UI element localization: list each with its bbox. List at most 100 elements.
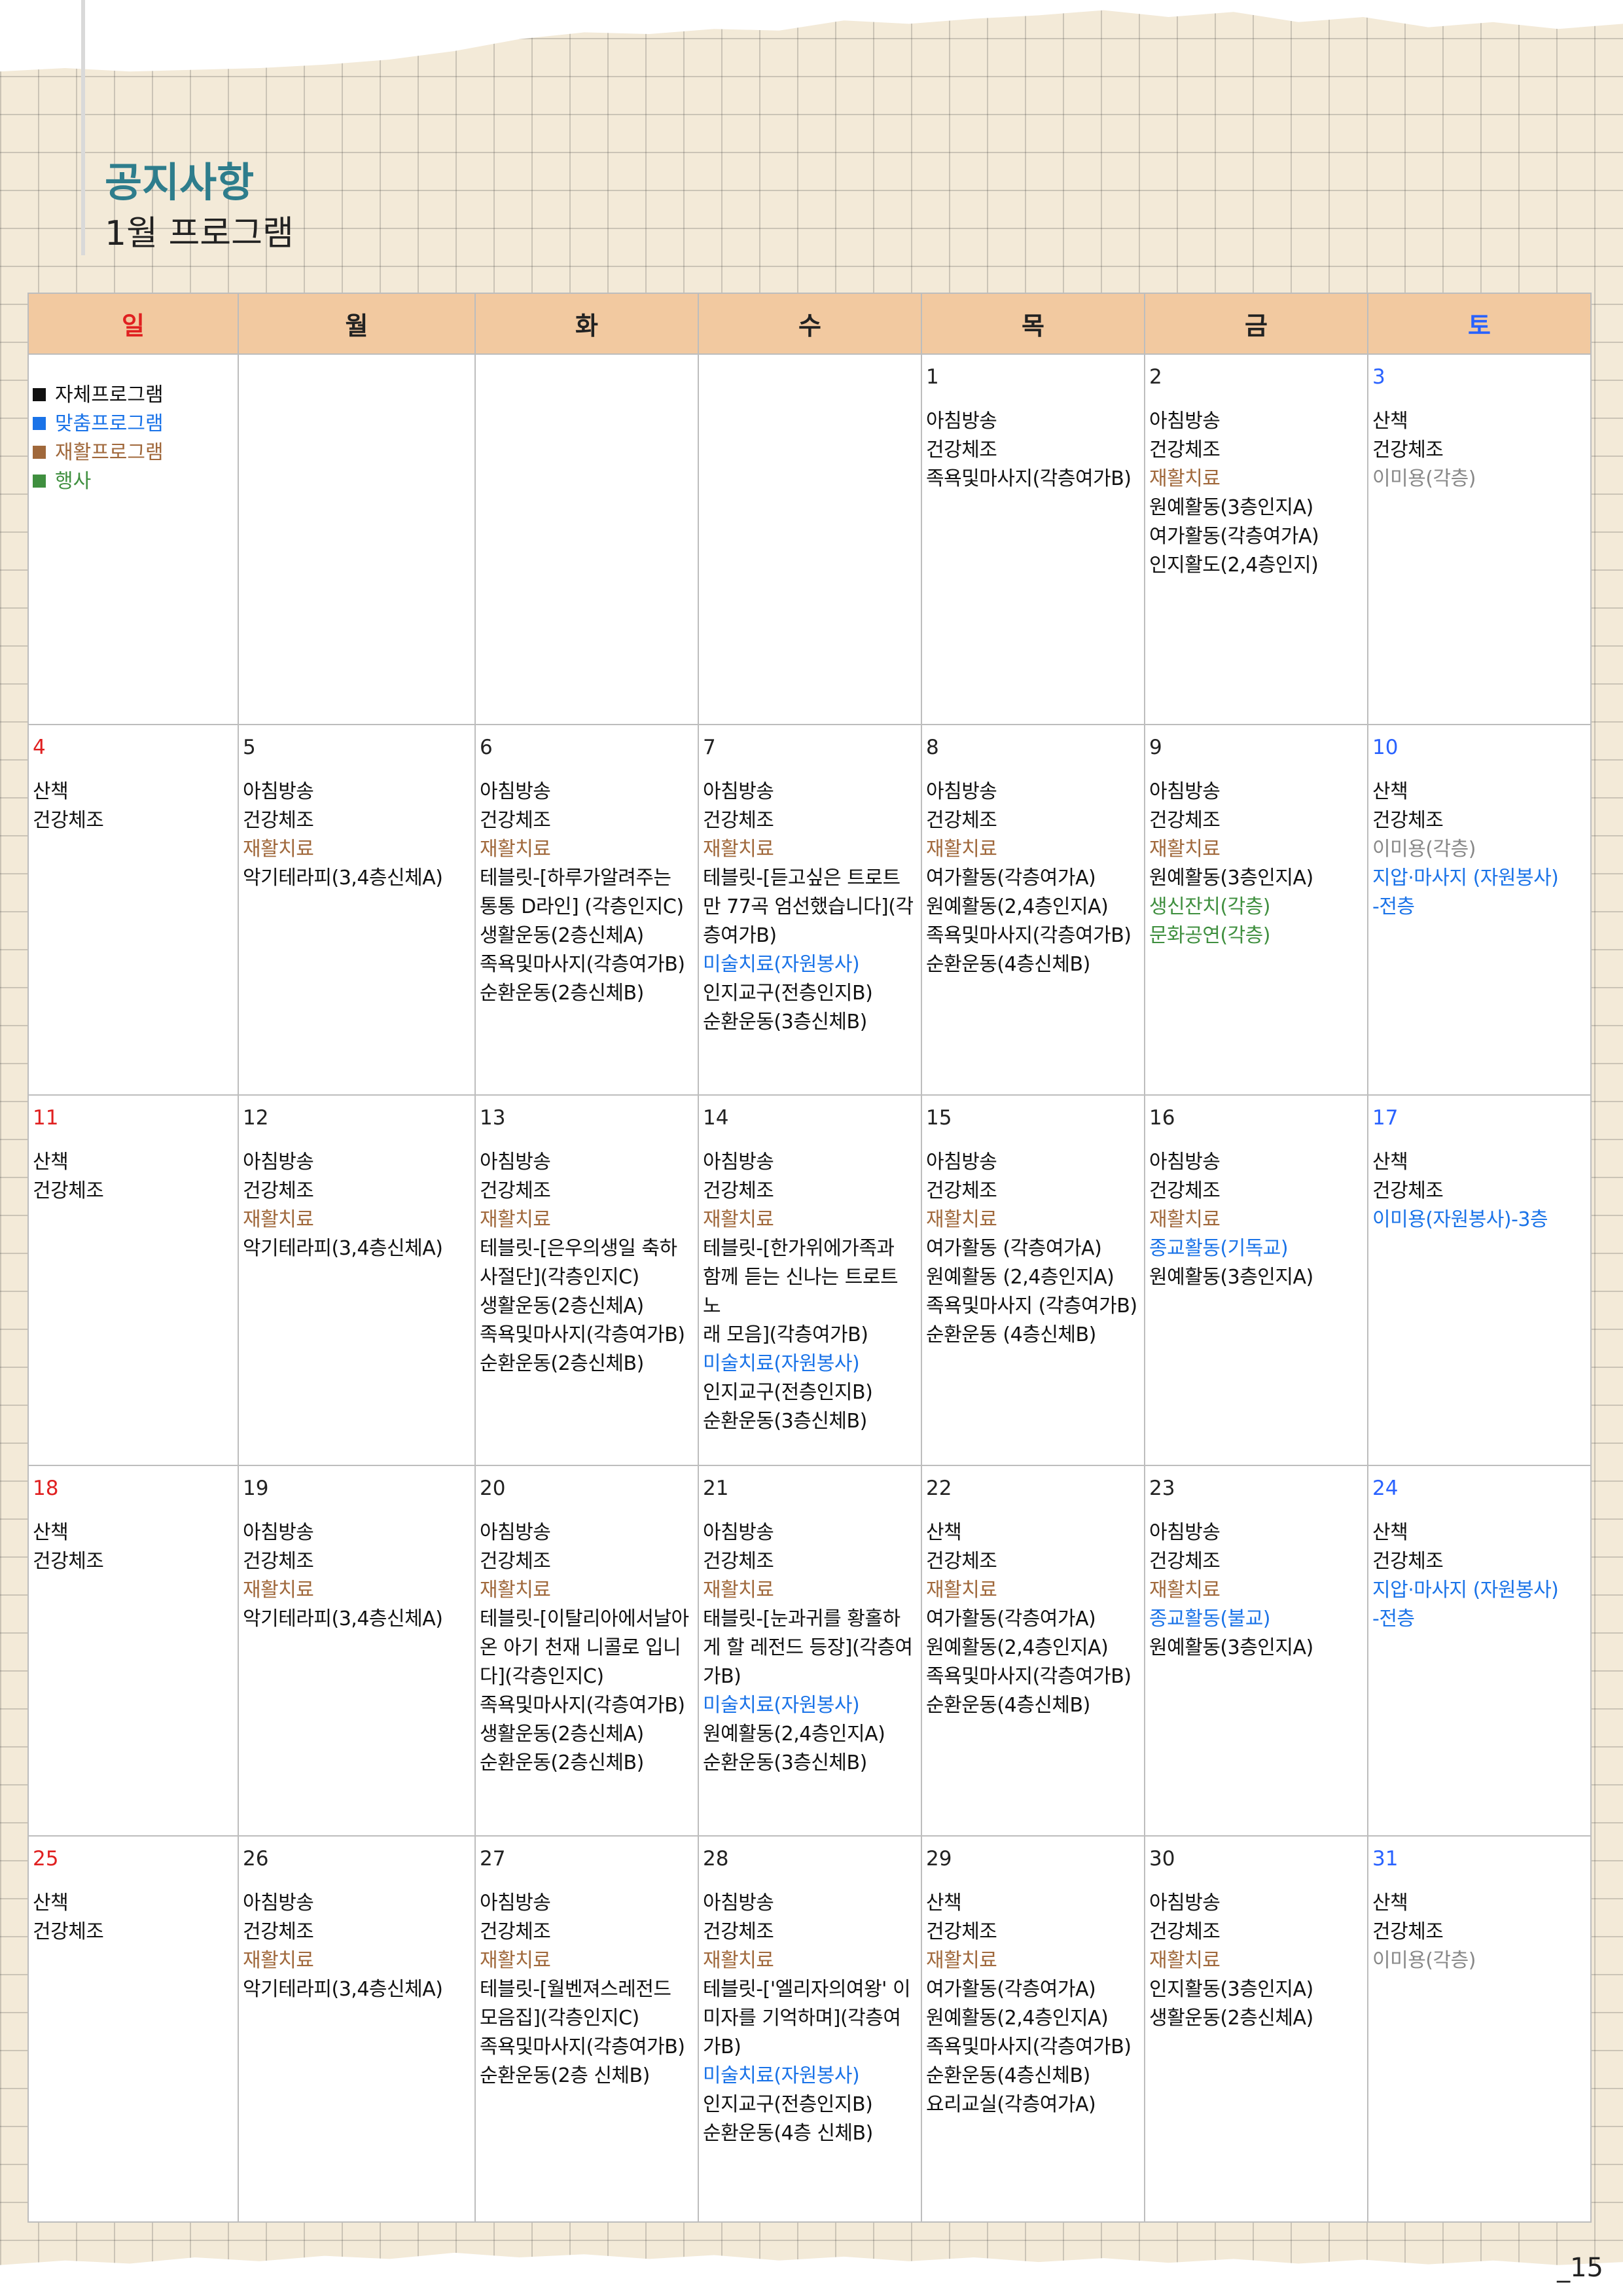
program-item: 미술치료(자원봉사) — [703, 1694, 860, 1717]
program-item: 아침방송 — [1149, 780, 1221, 803]
day-number: 31 — [1372, 1847, 1399, 1871]
program-item: 건강체조 — [1372, 809, 1444, 832]
program-item: 미술치료(자원봉사) — [703, 1352, 860, 1375]
program-item: 여가활동(각층여가A) — [926, 1978, 1096, 2001]
day-cell: 27 아침방송 건강체조 재활치료 테블릿-[월벤져스레전드 모음집](각층인지C) 족욕및… — [474, 1835, 699, 2223]
day-cell: 15 아침방송 건강체조 재활치료 여가활동 (각층여가A) 원예활동 (2,4층인지A)… — [921, 1094, 1145, 1466]
program-item: 족욕및마사지(각층여가B) — [480, 1694, 685, 1717]
program-item: 만 77곡 엄선했습니다](각 — [703, 895, 914, 918]
program-item: 인지활도(2,4층인지) — [1149, 554, 1319, 577]
day-number: 9 — [1149, 736, 1162, 759]
program-item: 족욕및마사지(각층여가B) — [480, 2036, 685, 2058]
program-item: 재활치료 — [1149, 1949, 1221, 1972]
program-item: 원예활동(3층인지A) — [1149, 1266, 1313, 1289]
program-item: 테블릿-[한가위에가족과 — [703, 1237, 895, 1260]
program-item: 가B) — [703, 2036, 741, 2058]
program-item: 순환운동(3층신체B) — [703, 1011, 867, 1033]
program-item: 건강체조 — [703, 1550, 774, 1573]
program-item: 원예활동(3층인지A) — [1149, 496, 1313, 519]
weekday-thu: 목 — [921, 293, 1145, 355]
day-number: 11 — [33, 1106, 59, 1130]
program-list: 아침방송 건강체조 재활치료 여가활동(각층여가A) 원예활동(2,4층인지A) 족욕및마… — [926, 778, 1140, 979]
day-cell — [238, 353, 476, 725]
program-item: 재활치료 — [480, 838, 551, 861]
program-item: 건강체조 — [1372, 439, 1444, 461]
program-item: 산책 — [1372, 1892, 1408, 1914]
program-item: 원예활동(2,4층인지A) — [926, 2007, 1109, 2030]
program-item: 온 아기 천재 니콜로 입니 — [480, 1636, 681, 1659]
program-item: 순환운동(4층신체B) — [926, 1694, 1090, 1717]
program-item: 건강체조 — [1149, 439, 1221, 461]
program-item: 재활치료 — [926, 1949, 997, 1972]
page-number: _15 — [1557, 2253, 1603, 2283]
program-item: 아침방송 — [926, 410, 997, 433]
day-cell: 23 아침방송 건강체조 재활치료 종교활동(불교) 원예활동(3층인지A) — [1144, 1465, 1368, 1837]
program-item: 아침방송 — [926, 780, 997, 803]
day-number: 19 — [243, 1477, 269, 1500]
program-list: 아침방송 건강체조 재활치료 테블릿-[듣고싶은 트로트 만 77곡 엄선했습니다](각… — [703, 778, 917, 1037]
program-item: 재활치료 — [1149, 838, 1221, 861]
program-item: 지압·마사지 (자원봉사) — [1372, 867, 1559, 889]
program-item: 악기테라피(3,4층신체A) — [243, 1607, 443, 1630]
program-item: 다](각층인지C) — [480, 1665, 604, 1688]
day-cell: 16 아침방송 건강체조 재활치료 종교활동(기독교) 원예활동(3층인지A) — [1144, 1094, 1368, 1466]
program-item: 재활치료 — [480, 1579, 551, 1602]
program-list: 아침방송 건강체조 재활치료 태블릿-[눈과귀를 황홀하 게 할 레전드 등장](각층여… — [703, 1518, 917, 1778]
program-list: 아침방송 건강체조 재활치료 악기테라피(3,4층신체A) — [243, 1889, 471, 2004]
day-number: 24 — [1372, 1477, 1399, 1500]
day-number: 6 — [480, 736, 493, 759]
day-cell — [698, 353, 922, 725]
program-item: 아침방송 — [480, 1892, 551, 1914]
program-item: 산책 — [1372, 780, 1408, 803]
program-item: 악기테라피(3,4층신체A) — [243, 1978, 443, 2001]
monthly-calendar: 일 월 화 수 목 금 토 자체프로그램 맞춤프로그램 재활프로그램 행사 1 아침방송 건… — [27, 293, 1592, 2223]
program-item: 원예활동 (2,4층인지A) — [926, 1266, 1115, 1289]
side-accent-line — [81, 0, 85, 255]
program-item: 원예활동(2,4층인지A) — [703, 1723, 885, 1746]
program-item: 층여가B) — [703, 924, 777, 947]
day-number: 25 — [33, 1847, 59, 1871]
week-row: 자체프로그램 맞춤프로그램 재활프로그램 행사 1 아침방송 건강체조 족욕및마사지(각층여가… — [27, 353, 1592, 725]
program-item: 생활운동(2층신체A) — [480, 924, 644, 947]
day-cell: 10 산책 건강체조 이미용(각층) 지압·마사지 (자원봉사) -전층 — [1367, 724, 1592, 1096]
day-number: 3 — [1372, 365, 1385, 389]
program-list: 산책 건강체조 재활치료 여가활동(각층여가A) 원예활동(2,4층인지A) 족욕및마사지… — [926, 1889, 1140, 2119]
program-item: 생활운동(2층신체A) — [480, 1723, 644, 1746]
program-list: 산책 건강체조 이미용(각층) 지압·마사지 (자원봉사) -전층 — [1372, 778, 1586, 922]
program-item: 여가활동(각층여가A) — [926, 867, 1096, 889]
program-item: 건강체조 — [703, 1920, 774, 1943]
program-list: 산책 건강체조 이미용(각층) — [1372, 407, 1586, 493]
day-cell: 6 아침방송 건강체조 재활치료 테블릿-[하루가알려주는 통통 D라인] (각층인지C)… — [474, 724, 699, 1096]
program-item: 아침방송 — [1149, 1521, 1221, 1544]
program-item: 여가활동 (각층여가A) — [926, 1237, 1102, 1260]
program-item: 순환운동(2층신체B) — [480, 982, 644, 1005]
program-item: 악기테라피(3,4층신체A) — [243, 1237, 443, 1260]
day-number: 13 — [480, 1106, 506, 1130]
program-list: 아침방송 건강체조 재활치료 종교활동(기독교) 원예활동(3층인지A) — [1149, 1148, 1363, 1292]
program-item: 순환운동(3층신체B) — [703, 1751, 867, 1774]
day-number: 14 — [703, 1106, 729, 1130]
day-cell: 20 아침방송 건강체조 재활치료 테블릿-[이탈리아에서날아 온 아기 천재 니콜로 입… — [474, 1465, 699, 1837]
program-list: 산책 건강체조 — [33, 1889, 234, 1946]
program-item: 재활치료 — [243, 838, 314, 861]
program-item: 아침방송 — [243, 1151, 314, 1174]
program-item: 산책 — [926, 1521, 962, 1544]
program-item: 생활운동(2층신체A) — [1149, 2007, 1313, 2030]
program-item: 건강체조 — [1372, 1920, 1444, 1943]
day-number: 1 — [926, 365, 939, 389]
program-item: 건강체조 — [243, 1550, 314, 1573]
day-cell: 17 산책 건강체조 이미용(자원봉사)-3층 — [1367, 1094, 1592, 1466]
program-item: 산책 — [33, 780, 69, 803]
day-number: 16 — [1149, 1106, 1175, 1130]
program-item: 재활치료 — [703, 1949, 774, 1972]
program-item: 사절단](각층인지C) — [480, 1266, 639, 1289]
program-item: 족욕및마사지(각층여가B) — [926, 467, 1132, 490]
day-number: 28 — [703, 1847, 729, 1871]
program-item: 문화공연(각층) — [1149, 924, 1271, 947]
program-item: 테블릿-[은우의생일 축하 — [480, 1237, 677, 1260]
legend-entry: 재활프로그램 — [33, 439, 234, 467]
program-item: 테블릿-[이탈리아에서날아 — [480, 1607, 689, 1630]
program-list: 아침방송 건강체조 재활치료 테블릿-['엘리자의여왕' 이 미자를 기억하며](각층여… — [703, 1889, 917, 2148]
program-item: 순환운동(4층신체B) — [926, 2064, 1090, 2087]
program-item: 건강체조 — [926, 1179, 997, 1202]
